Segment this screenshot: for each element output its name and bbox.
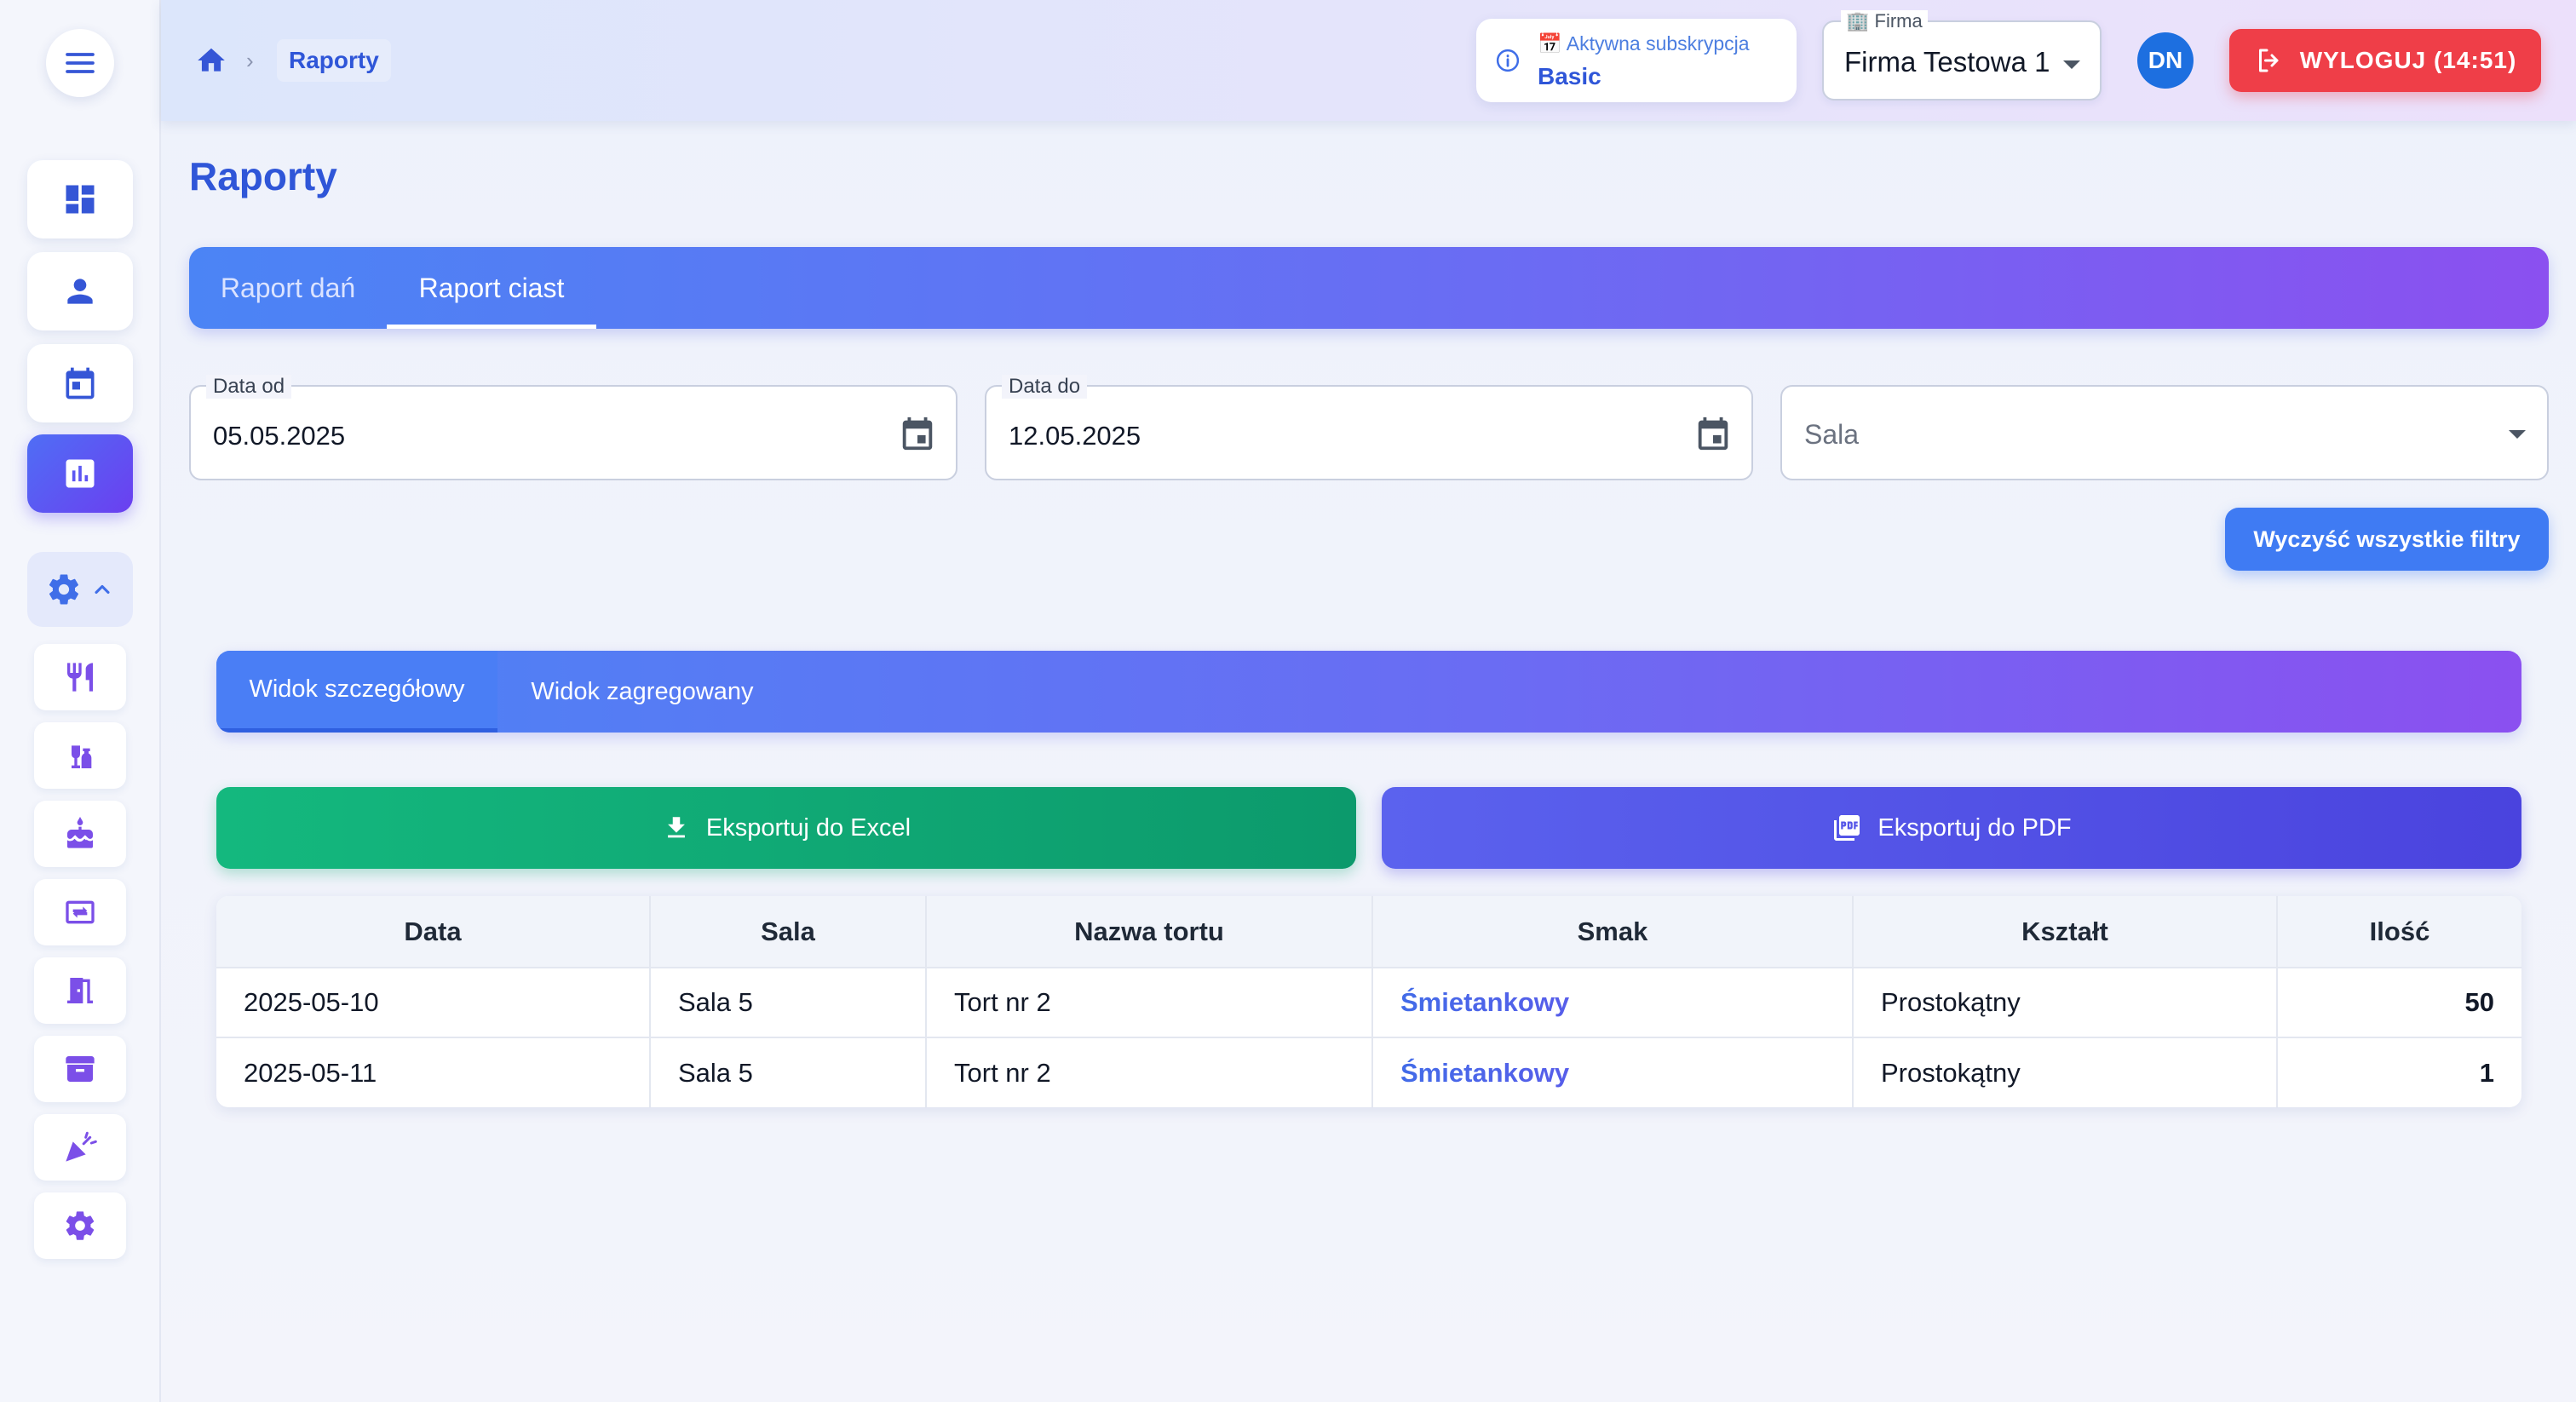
logout-button[interactable]: WYLOGUJ (14:51) [2229, 29, 2541, 92]
subscription-card: 📅 Aktywna subskrypcja Basic [1476, 19, 1797, 102]
gear-icon [66, 1211, 95, 1240]
sidebar-item-archive[interactable] [34, 1036, 126, 1102]
top-header: › Raporty 📅 Aktywna subskrypcja Basic 🏢 … [161, 0, 2576, 121]
sidebar-item-dishes[interactable] [34, 644, 126, 710]
date-to-label: Data do [1002, 375, 1088, 399]
avatar[interactable]: DN [2137, 32, 2194, 89]
date-to-field[interactable]: Data do 12.05.2025 [985, 375, 1753, 480]
door-icon [67, 978, 93, 1003]
sidebar [0, 0, 161, 1402]
column-header-quantity[interactable]: Ilość [2277, 896, 2521, 968]
cake-icon [67, 817, 93, 848]
export-pdf-button[interactable]: Eksportuj do PDF [1382, 787, 2521, 869]
tab-cake-report[interactable]: Raport ciast [387, 247, 596, 329]
cell-shape: Prostokątny [1853, 1037, 2278, 1107]
calendar-icon [66, 367, 95, 399]
caret-down-icon [2063, 60, 2080, 69]
view-tabs: Widok szczegółowy Widok zagregowany [216, 651, 2521, 733]
cell-shape: Prostokątny [1853, 968, 2278, 1038]
cell-room: Sala 5 [650, 1037, 927, 1107]
calendar-icon[interactable] [898, 414, 937, 453]
breadcrumb-home[interactable] [195, 44, 227, 81]
party-icon [66, 1131, 97, 1162]
date-from-value: 05.05.2025 [213, 421, 346, 451]
room-select[interactable]: Sala [1780, 385, 2549, 480]
pdf-icon [1834, 815, 1860, 841]
clear-filters-button[interactable]: Wyczyść wszystkie filtry [2225, 508, 2549, 571]
breadcrumb-current: Raporty [277, 39, 391, 82]
column-header-cake-name[interactable]: Nazwa tortu [926, 896, 1373, 968]
date-from-label: Data od [206, 375, 292, 399]
restaurant-icon [67, 663, 93, 692]
home-icon [198, 48, 225, 72]
column-header-shape[interactable]: Kształt [1853, 896, 2278, 968]
cell-date: 2025-05-10 [216, 968, 651, 1038]
report-tabs: Raport dań Raport ciast [189, 247, 2549, 329]
column-header-date[interactable]: Data [216, 896, 651, 968]
subscription-label: 📅 Aktywna subskrypcja [1538, 32, 1750, 55]
tab-aggregated-view[interactable]: Widok zagregowany [497, 651, 787, 733]
cell-flavor: Śmietankowy [1372, 1037, 1854, 1107]
export-excel-label: Eksportuj do Excel [705, 813, 911, 842]
cell-room: Sala 5 [650, 968, 927, 1038]
logout-label: WYLOGUJ (14:51) [2299, 47, 2517, 73]
cell-flavor: Śmietankowy [1372, 968, 1854, 1038]
drinks-icon [72, 745, 92, 768]
company-select-value: Firma Testowa 1 [1844, 46, 2050, 78]
table-row: 2025-05-11 Sala 5 Tort nr 2 Śmietankowy … [216, 1037, 2521, 1107]
page-title: Raporty [189, 154, 337, 198]
date-from-field[interactable]: Data od 05.05.2025 [189, 375, 957, 480]
table-header-row: Data Sala Nazwa tortu Smak Kształt Ilość [216, 896, 2521, 968]
sidebar-item-dashboard[interactable] [27, 160, 133, 238]
transfer-icon [66, 900, 95, 924]
sidebar-item-settings[interactable] [34, 1192, 126, 1259]
info-icon [1496, 49, 1520, 72]
cell-cake-name: Tort nr 2 [926, 1037, 1373, 1107]
export-excel-button[interactable]: Eksportuj do Excel [216, 787, 1356, 869]
sidebar-item-transfers[interactable] [34, 879, 126, 945]
settings-group-toggle[interactable] [27, 552, 133, 627]
cell-quantity: 50 [2277, 968, 2521, 1038]
download-icon [667, 817, 685, 838]
archive-icon [66, 1056, 95, 1082]
room-select-placeholder: Sala [1804, 419, 1860, 450]
date-to-value: 12.05.2025 [1009, 421, 1141, 451]
cell-date: 2025-05-11 [216, 1037, 651, 1107]
table-row: 2025-05-10 Sala 5 Tort nr 2 Śmietankowy … [216, 968, 2521, 1038]
sidebar-item-cakes[interactable] [34, 801, 126, 867]
column-header-flavor[interactable]: Smak [1372, 896, 1854, 968]
caret-down-icon [2509, 430, 2526, 439]
chevron-up-icon [95, 584, 110, 595]
report-table: Data Sala Nazwa tortu Smak Kształt Ilość… [216, 896, 2521, 1107]
bar-chart-icon [66, 459, 95, 488]
sidebar-item-drinks[interactable] [34, 722, 126, 789]
cell-quantity: 1 [2479, 1057, 2494, 1088]
chevron-right-icon: › [246, 48, 254, 73]
logout-icon [2258, 49, 2279, 72]
person-icon [67, 279, 93, 304]
sidebar-item-calendar[interactable] [27, 344, 133, 422]
tab-detailed-view[interactable]: Widok szczegółowy [216, 651, 497, 733]
sidebar-item-rooms[interactable] [34, 957, 126, 1024]
sidebar-item-users[interactable] [27, 252, 133, 330]
company-select-label: 🏢 Firma [1841, 10, 1928, 32]
dashboard-icon [66, 185, 95, 214]
tab-dish-report[interactable]: Raport dań [189, 247, 387, 329]
cell-cake-name: Tort nr 2 [926, 968, 1373, 1038]
sidebar-item-reports[interactable] [27, 434, 133, 513]
menu-icon [66, 53, 95, 73]
column-header-room[interactable]: Sala [650, 896, 927, 968]
subscription-plan: Basic [1538, 63, 1601, 89]
sidebar-item-events[interactable] [34, 1114, 126, 1181]
calendar-icon[interactable] [1693, 414, 1733, 453]
menu-button[interactable] [46, 29, 114, 97]
company-select[interactable]: 🏢 Firma Firma Testowa 1 [1822, 10, 2102, 101]
export-pdf-label: Eksportuj do PDF [1877, 813, 2072, 842]
gear-icon [49, 574, 79, 605]
